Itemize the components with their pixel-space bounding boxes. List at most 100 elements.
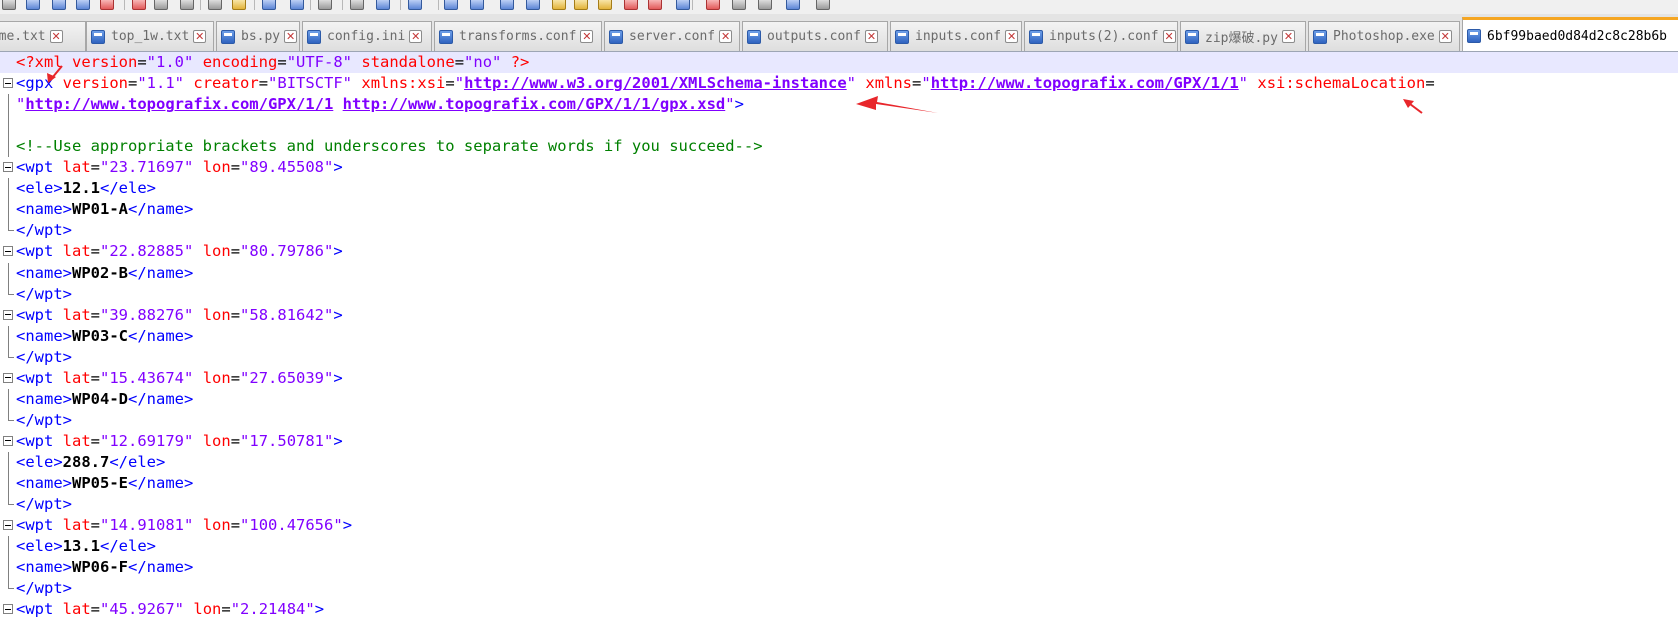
tab-11[interactable]: 6bf99baed0d84d2c8c28b6b	[1462, 17, 1678, 51]
record-macro-icon[interactable]	[706, 0, 720, 10]
syntax-token: <name>	[16, 263, 72, 282]
tab-5[interactable]: server.conf ✕	[604, 21, 740, 51]
fold-toggle-icon[interactable]	[3, 520, 13, 531]
url-link[interactable]: http://www.topografix.com/GPX/1/1	[931, 74, 1239, 92]
save-macro-icon[interactable]	[816, 0, 830, 10]
monitoring-icon[interactable]	[676, 0, 690, 10]
code-line[interactable]: </wpt>	[0, 409, 1678, 431]
code-line[interactable]	[0, 115, 1678, 137]
code-line[interactable]: <gpx version="1.1" creator="BITSCTF" xml…	[0, 73, 1678, 94]
find-icon[interactable]	[318, 0, 332, 10]
code-line[interactable]: </wpt>	[0, 578, 1678, 599]
url-link[interactable]: http://www.topografix.com/GPX/1/1	[25, 95, 333, 113]
stop-record-icon[interactable]	[732, 0, 746, 10]
close-icon[interactable]: ✕	[719, 30, 733, 43]
save-icon[interactable]	[52, 0, 66, 10]
code-line[interactable]: <wpt lat="22.82885" lon="80.79786">	[0, 241, 1678, 262]
paste-icon[interactable]	[232, 0, 246, 10]
url-link[interactable]: http://www.w3.org/2001/XMLSchema-instanc…	[464, 74, 847, 92]
tab-10[interactable]: Photoshop.exe ✕	[1308, 21, 1460, 51]
code-line[interactable]: " http://www.topografix.com/GPX/1/1 http:…	[0, 94, 1678, 116]
close-icon[interactable]: ✕	[864, 30, 878, 43]
close-icon[interactable]: ✕	[49, 30, 63, 43]
code-line[interactable]: <ele>288.7</ele>	[0, 451, 1678, 473]
close-icon[interactable]: ✕	[580, 30, 594, 43]
undo-icon[interactable]	[262, 0, 276, 10]
save-all-icon[interactable]	[76, 0, 90, 10]
fold-toggle-icon[interactable]	[3, 604, 13, 615]
url-link[interactable]: http://www.topografix.com/GPX/1/1/gpx.xs…	[343, 95, 726, 113]
tab-4[interactable]: transforms.conf ✕	[434, 21, 602, 51]
code-line[interactable]: <name>WP06-F</name>	[0, 557, 1678, 579]
word-wrap-icon[interactable]	[500, 0, 514, 10]
close-icon[interactable]: ✕	[1281, 30, 1295, 43]
tab-0[interactable]: home.txt✕	[0, 21, 86, 51]
fold-toggle-icon[interactable]	[3, 162, 13, 173]
function-list-icon[interactable]	[624, 0, 638, 10]
fold-toggle-icon[interactable]	[3, 78, 13, 89]
code-line[interactable]: </wpt>	[0, 346, 1678, 368]
code-editor[interactable]: <?xml version="1.0" encoding="UTF-8" sta…	[0, 52, 1678, 620]
code-line[interactable]: <wpt lat="14.91081" lon="100.47656">	[0, 515, 1678, 536]
redo-icon[interactable]	[290, 0, 304, 10]
syntax-token	[184, 74, 193, 92]
fold-toggle-icon[interactable]	[3, 246, 13, 257]
new-file-icon[interactable]	[2, 0, 16, 10]
code-line[interactable]: <wpt lat="12.69179" lon="17.50781">	[0, 431, 1678, 452]
close-icon[interactable]: ✕	[284, 30, 298, 43]
copy-icon[interactable]	[208, 0, 222, 10]
syntax-token: "	[725, 95, 735, 114]
code-line[interactable]: <wpt lat="15.43674" lon="27.65039">	[0, 368, 1678, 389]
fold-toggle-icon[interactable]	[3, 372, 13, 383]
syntax-token: <ele>	[16, 537, 63, 556]
indent-guide-icon[interactable]	[552, 0, 566, 10]
code-line[interactable]: <wpt lat="45.9267" lon="2.21484">	[0, 599, 1678, 620]
code-line[interactable]: <name>WP05-E</name>	[0, 473, 1678, 494]
tab-7[interactable]: inputs.conf ✕	[890, 21, 1022, 51]
fold-toggle-icon[interactable]	[3, 309, 13, 320]
code-line[interactable]: <ele>12.1</ele>	[0, 178, 1678, 200]
doc-map-icon[interactable]	[598, 0, 612, 10]
tab-9[interactable]: zip爆破.py ✕	[1180, 21, 1306, 51]
zoom-in-icon[interactable]	[376, 0, 390, 10]
syntax-token: >	[333, 242, 343, 261]
user-lang-icon[interactable]	[574, 0, 588, 10]
code-line[interactable]: <!--Use appropriate brackets and undersc…	[0, 136, 1678, 158]
code-line[interactable]: <name>WP04-D</name>	[0, 388, 1678, 410]
zoom-out-icon[interactable]	[408, 0, 422, 10]
folder-workspace-icon[interactable]	[648, 0, 662, 10]
close-icon[interactable]	[100, 0, 114, 10]
code-line[interactable]: <ele>13.1</ele>	[0, 536, 1678, 558]
close-icon[interactable]: ✕	[1162, 30, 1176, 43]
print-icon[interactable]	[154, 0, 168, 10]
code-line[interactable]: </wpt>	[0, 494, 1678, 515]
tab-6[interactable]: outputs.conf ✕	[742, 21, 888, 51]
code-line[interactable]: <wpt lat="23.71697" lon="89.45508">	[0, 157, 1678, 178]
code-line[interactable]: <name>WP01-A</name>	[0, 199, 1678, 221]
fold-toggle-icon[interactable]	[3, 435, 13, 446]
close-icon[interactable]: ✕	[1438, 30, 1452, 43]
cut-icon[interactable]	[180, 0, 194, 10]
play-macro-icon[interactable]	[758, 0, 772, 10]
code-line[interactable]: </wpt>	[0, 283, 1678, 305]
close-icon[interactable]: ✕	[193, 30, 207, 43]
open-file-icon[interactable]	[26, 0, 40, 10]
code-line[interactable]: </wpt>	[0, 220, 1678, 241]
show-all-chars-icon[interactable]	[526, 0, 540, 10]
code-line[interactable]: <wpt lat="39.88276" lon="58.81642">	[0, 305, 1678, 326]
tab-8[interactable]: inputs(2).conf ✕	[1024, 21, 1178, 51]
close-icon[interactable]: ✕	[409, 30, 423, 43]
code-line[interactable]: <name>WP03-C</name>	[0, 325, 1678, 347]
close-icon[interactable]: ✕	[1005, 30, 1019, 43]
sync-horizontal-icon[interactable]	[470, 0, 484, 10]
run-macro-multiple-icon[interactable]	[786, 0, 800, 10]
syntax-token	[856, 74, 865, 92]
close-all-icon[interactable]	[132, 0, 146, 10]
tab-2[interactable]: bs.py ✕	[216, 21, 300, 51]
sync-vertical-icon[interactable]	[444, 0, 458, 10]
tab-1[interactable]: top_1w.txt ✕	[86, 21, 214, 51]
code-line[interactable]: <name>WP02-B</name>	[0, 262, 1678, 284]
replace-icon[interactable]	[350, 0, 364, 10]
code-line[interactable]: <?xml version="1.0" encoding="UTF-8" sta…	[0, 52, 1678, 73]
tab-3[interactable]: config.ini ✕	[302, 21, 432, 51]
